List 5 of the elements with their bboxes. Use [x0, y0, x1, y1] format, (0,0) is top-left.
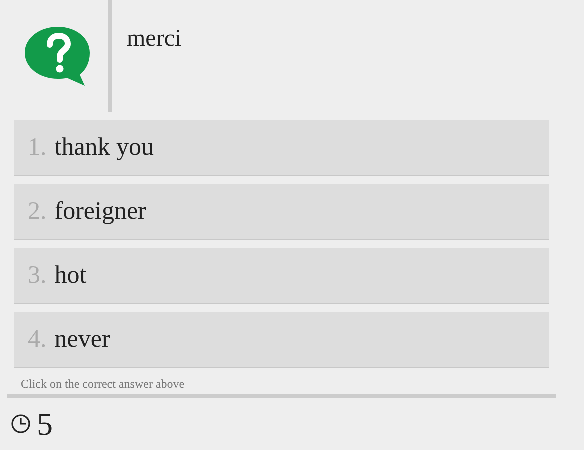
timer-count: 5 [37, 408, 53, 440]
question-bubble-icon [23, 25, 93, 87]
instruction-text: Click on the correct answer above [21, 377, 186, 391]
clock-icon [11, 414, 31, 434]
prompt-word: merci [126, 25, 182, 54]
